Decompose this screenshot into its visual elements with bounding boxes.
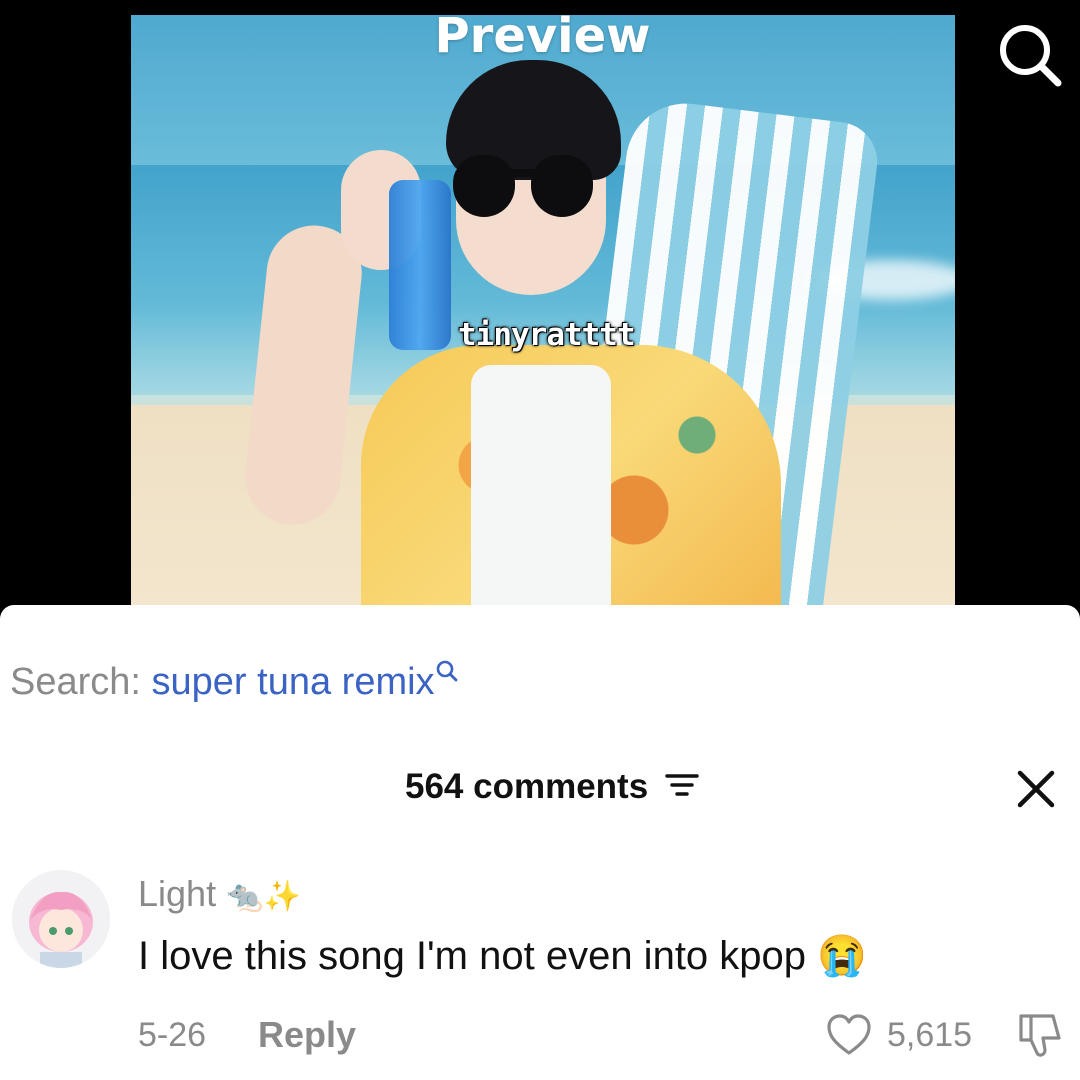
blue-bottle	[389, 180, 451, 350]
like-button[interactable]	[825, 1012, 873, 1058]
search-query-link[interactable]: super tuna remix	[152, 661, 435, 703]
comments-sheet: Search: super tuna remix 564 comments Li…	[0, 605, 1080, 1080]
heart-icon	[827, 1014, 871, 1055]
comment-body: I love this song I'm not even into kpop …	[138, 928, 867, 984]
crying-emoji: 😭	[817, 934, 867, 978]
video-watermark: tinyratttt	[458, 317, 636, 353]
sunglasses	[453, 155, 603, 225]
white-tee	[471, 365, 611, 615]
name-emojis: 🐀✨	[226, 880, 301, 913]
comments-header: 564 comments	[405, 765, 700, 809]
comment-date: 5-26	[138, 1016, 207, 1054]
like-count: 5,615	[887, 1016, 973, 1054]
search-suggestion[interactable]: Search: super tuna remix	[10, 657, 459, 707]
close-button[interactable]	[1014, 767, 1058, 811]
dislike-button[interactable]	[1015, 1010, 1067, 1062]
search-button[interactable]	[995, 20, 1065, 90]
comments-count: 564 comments	[405, 767, 649, 806]
close-icon	[1017, 770, 1055, 808]
search-icon	[436, 660, 457, 682]
thumbs-down-icon	[1019, 1014, 1061, 1057]
filter-button[interactable]	[664, 767, 700, 811]
comment-username[interactable]: Light 🐀✨	[138, 870, 301, 918]
preview-title: Preview	[434, 8, 651, 64]
avatar[interactable]	[12, 870, 110, 968]
video-preview[interactable]: tinyratttt	[131, 15, 955, 615]
filter-icon	[665, 774, 699, 796]
search-icon	[1000, 25, 1062, 87]
search-label: Search:	[10, 661, 141, 703]
reply-button[interactable]: Reply	[258, 1012, 356, 1058]
anime-avatar-icon	[12, 870, 110, 968]
comment-text: I love this song I'm not even into kpop	[138, 934, 807, 978]
username-text: Light	[138, 873, 217, 914]
